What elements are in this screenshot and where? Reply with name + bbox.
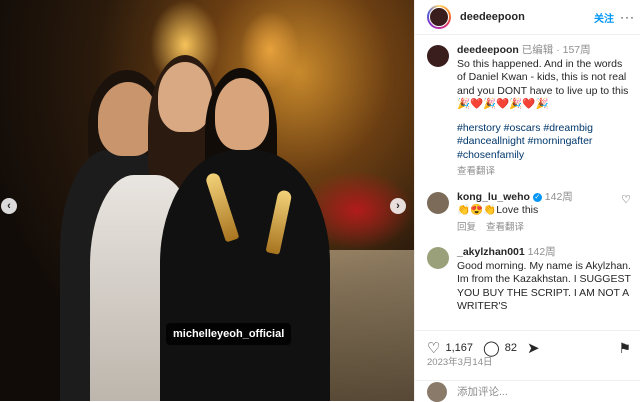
more-options-icon[interactable]: ··· [620, 10, 635, 24]
author-avatar[interactable] [427, 5, 451, 29]
person-middle-face [158, 62, 212, 132]
comment-age: 142周 [527, 246, 556, 258]
comments-list[interactable]: deedeepoon 已编辑 · 157周 So this happened. … [415, 40, 640, 326]
commenter-avatar[interactable] [427, 191, 449, 214]
prev-image-button[interactable]: ‹ [1, 198, 17, 214]
caption: deedeepoon 已编辑 · 157周 So this happened. … [415, 40, 640, 183]
comment-text: Good morning. My name is Akylzhan. Im fr… [457, 259, 631, 313]
share-icon[interactable]: ➤ [527, 339, 540, 357]
add-comment-row: 添加评论... [415, 380, 640, 402]
comment-count: 82 [504, 342, 518, 354]
avatar-image [429, 7, 449, 27]
comment-age: 142周 [544, 190, 573, 203]
post-header: deedeepoon 关注 ··· [415, 0, 640, 35]
verified-badge-icon: ✓ [532, 192, 542, 202]
follow-button[interactable]: 关注 [594, 10, 614, 25]
translate-link[interactable]: 查看翻译 [486, 222, 524, 233]
person-right-body [160, 150, 330, 401]
like-comment-heart-icon[interactable]: ♡ [621, 193, 631, 206]
post-date: 2023年3月14日 [427, 357, 493, 368]
caption-username[interactable]: deedeepoon [457, 44, 519, 56]
author-username[interactable]: deedeepoon [460, 11, 525, 23]
post-photo[interactable]: ‹ › michelleyeoh_official [0, 0, 414, 401]
caption-age: 157周 [562, 44, 591, 56]
bookmark-icon[interactable]: ⚑ [618, 340, 631, 357]
comment-item: kong_lu_weho ✓ 142周 👏😍👏Love this 回复 查看翻译 … [415, 187, 640, 239]
comment-item: _akylzhan001 142周 Good morning. My name … [415, 242, 640, 318]
user-tag[interactable]: michelleyeoh_official [166, 323, 292, 345]
commenter-avatar[interactable] [427, 247, 449, 269]
reply-link[interactable]: 回复 [457, 222, 476, 233]
current-user-avatar [427, 381, 447, 402]
like-count: 1,167 [445, 342, 473, 354]
edited-label: 已编辑 [521, 44, 554, 56]
comment-username[interactable]: _akylzhan001 [457, 246, 525, 258]
caption-hashtags[interactable]: #herstory #oscars #dreambig #danceallnig… [457, 122, 631, 163]
comment-username[interactable]: kong_lu_weho [457, 191, 530, 203]
caption-text: So this happened. And in the words of Da… [457, 57, 629, 111]
translate-link[interactable]: 查看翻译 [457, 166, 495, 177]
caption-avatar[interactable] [427, 45, 449, 67]
person-right-face [215, 78, 269, 150]
comment-text: 👏😍👏Love this [457, 204, 539, 216]
post-sidebar: deedeepoon 关注 ··· deedeepoon 已编辑 · 157周 … [414, 0, 640, 402]
add-comment-input[interactable]: 添加评论... [457, 384, 508, 399]
next-image-button[interactable]: › [390, 198, 406, 214]
instagram-post-window: ‹ › michelleyeoh_official deedeepoon 关注 … [0, 0, 640, 402]
